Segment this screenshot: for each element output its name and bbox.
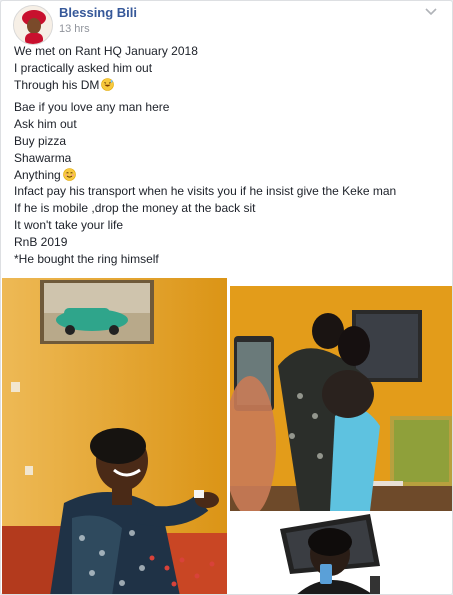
paragraph: We met on Rant HQ January 2018 I practic…	[14, 43, 444, 93]
text-line: Ask him out	[14, 117, 77, 132]
text-line: If he is mobile ,drop the money at the b…	[14, 201, 256, 216]
hug-photo[interactable]	[230, 286, 452, 511]
post-body: We met on Rant HQ January 2018 I practic…	[14, 43, 444, 273]
text-line: *He bought the ring himself	[14, 251, 159, 266]
post-header: Blessing Bili 13 hrs	[13, 5, 443, 45]
text-line: RnB 2019	[14, 234, 68, 249]
selfie-photo[interactable]	[230, 514, 452, 594]
proposal-photo[interactable]	[2, 278, 227, 594]
avatar-image	[14, 6, 52, 44]
paragraph: Bae if you love any man here Ask him out…	[14, 99, 444, 267]
author-name[interactable]: Blessing Bili	[59, 5, 137, 20]
text-line: Bae if you love any man here	[14, 100, 170, 115]
text-line: Through his DM	[14, 77, 100, 92]
text-line: Anything	[14, 167, 61, 182]
smiling-blush-emoji	[62, 167, 76, 181]
text-line-with-emoji: Through his DM	[14, 77, 444, 94]
grinning-sweat-emoji	[101, 77, 115, 91]
photo-grid	[2, 278, 452, 594]
text-line: Infact pay his transport when he visits …	[14, 184, 397, 199]
chevron-down-icon[interactable]	[423, 5, 439, 19]
text-line-with-emoji: Anything	[14, 167, 444, 184]
post-card: Blessing Bili 13 hrs We met on Rant HQ J…	[0, 0, 453, 595]
text-line: We met on Rant HQ January 2018	[14, 44, 198, 58]
text-line: I practically asked him out	[14, 60, 153, 75]
post-timestamp[interactable]: 13 hrs	[59, 23, 90, 35]
text-line: Buy pizza	[14, 133, 67, 148]
text-line: Shawarma	[14, 150, 72, 165]
text-line: It won't take your life	[14, 217, 124, 232]
avatar[interactable]	[13, 5, 53, 45]
